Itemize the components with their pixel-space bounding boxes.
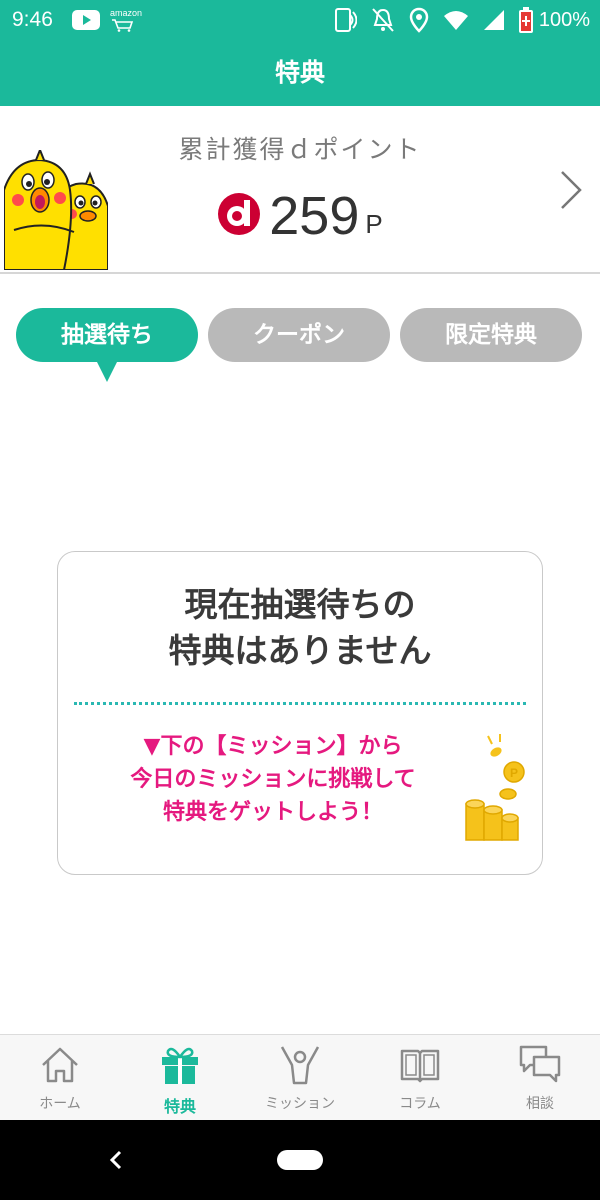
bottom-nav: ホーム 特典 ミッション コラム 相談 xyxy=(0,1034,600,1121)
chat-icon xyxy=(519,1045,561,1083)
empty-message-line2: 特典はありません xyxy=(168,631,432,670)
book-icon xyxy=(400,1049,440,1083)
mission-hint: ▼下の【ミッション】から 今日のミッションに挑戦して 特典をゲットしよう！ xyxy=(78,730,468,829)
home-icon xyxy=(42,1047,78,1083)
nav-label: ホーム xyxy=(39,1096,81,1112)
benefit-tabs: 抽選待ち クーポン 限定特典 xyxy=(16,308,584,388)
mission-icon xyxy=(280,1046,320,1085)
nav-benefits[interactable]: 特典 xyxy=(120,1043,240,1119)
nav-label: 相談 xyxy=(526,1096,554,1112)
gift-icon xyxy=(162,1047,198,1084)
signal-icon xyxy=(483,10,504,30)
hint-line3: 特典をゲットしよう！ xyxy=(162,800,383,825)
wifi-icon xyxy=(443,11,468,30)
hint-line2: 今日のミッションに挑戦して xyxy=(130,767,416,792)
location-icon xyxy=(409,7,429,33)
tab-label: 限定特典 xyxy=(445,322,537,348)
chevron-right-icon[interactable] xyxy=(558,168,584,212)
tab-label: 抽選待ち xyxy=(61,322,153,348)
home-pill-button[interactable] xyxy=(277,1150,323,1170)
points-value-row: 259 P xyxy=(0,186,600,246)
points-label: 累計獲得ｄポイント xyxy=(178,135,422,164)
status-time: 9:46 xyxy=(12,8,53,31)
battery-icon xyxy=(518,7,533,33)
dotted-divider xyxy=(74,702,526,705)
youtube-icon xyxy=(72,10,100,30)
empty-state-card: 現在抽選待ちの 特典はありません ▼下の【ミッション】から 今日のミッションに挑… xyxy=(57,551,543,875)
tab-limited-benefit[interactable]: 限定特典 xyxy=(400,308,582,362)
status-bar: 9:46 amazon 100% xyxy=(0,0,600,40)
nav-home[interactable]: ホーム xyxy=(0,1043,120,1119)
nav-label: 特典 xyxy=(163,1097,196,1116)
empty-message: 現在抽選待ちの 特典はありません xyxy=(58,582,542,674)
points-value: 259 xyxy=(269,186,360,246)
d-point-logo-icon xyxy=(218,193,261,235)
nav-column[interactable]: コラム xyxy=(360,1043,480,1119)
coins-icon: P xyxy=(465,734,525,841)
tab-label: クーポン xyxy=(253,322,345,348)
points-unit: P xyxy=(365,209,383,239)
back-icon[interactable] xyxy=(104,1144,126,1176)
active-tab-pointer xyxy=(96,360,118,382)
nfc-icon xyxy=(334,8,357,32)
system-nav-bar xyxy=(0,1120,600,1200)
hint-line1: ▼下の【ミッション】から xyxy=(143,734,403,759)
app-header: 特典 xyxy=(0,40,600,106)
empty-message-line1: 現在抽選待ちの xyxy=(184,585,416,624)
page-title: 特典 xyxy=(274,58,325,87)
nav-label: コラム xyxy=(399,1096,441,1112)
nav-consult[interactable]: 相談 xyxy=(480,1043,600,1119)
amazon-icon: amazon xyxy=(110,9,142,34)
nav-label: ミッション xyxy=(265,1096,335,1112)
battery-percent: 100% xyxy=(538,8,590,31)
tab-coupon[interactable]: クーポン xyxy=(208,308,390,362)
svg-text:P: P xyxy=(510,766,518,780)
nav-mission[interactable]: ミッション xyxy=(240,1043,360,1119)
bell-off-icon xyxy=(372,8,394,32)
tab-lottery-pending[interactable]: 抽選待ち xyxy=(16,308,198,382)
amazon-label: amazon xyxy=(110,8,143,18)
points-summary[interactable]: 累計獲得ｄポイント 259 P xyxy=(0,106,600,274)
